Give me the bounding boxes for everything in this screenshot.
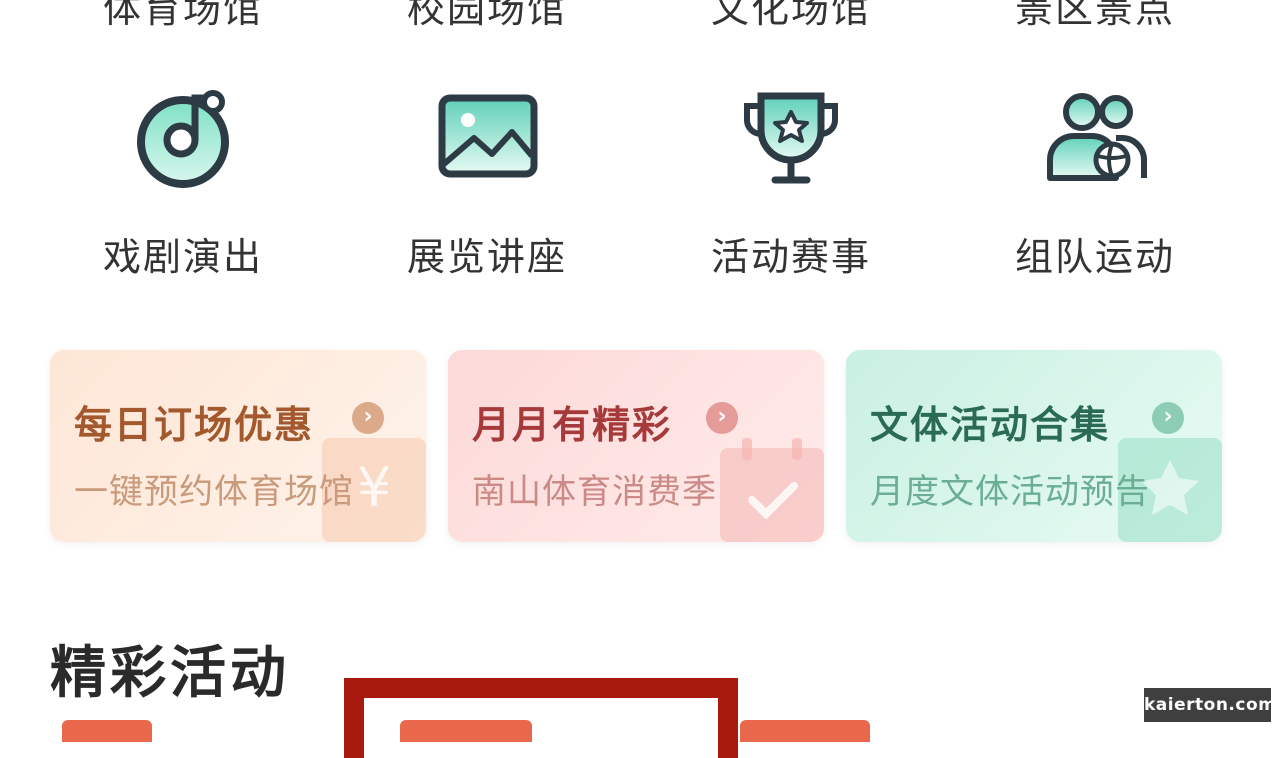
category-row-top: 体育场馆 校园场馆 文化场馆 景区景点 (0, 0, 1280, 38)
promo-title: 月月有精彩 (472, 403, 673, 447)
promo-subtitle: 一键预约体育场馆 (74, 472, 354, 512)
highlight-annotation-box (344, 678, 738, 758)
music-disc-icon[interactable] (123, 82, 243, 192)
svg-text:¥: ¥ (357, 456, 391, 519)
chevron-right-icon: › (352, 402, 384, 434)
promo-subtitle: 月度文体活动预告 (870, 472, 1150, 512)
calendar-check-icon (720, 438, 824, 542)
category-label-drama[interactable]: 戏剧演出 (63, 226, 303, 281)
promo-card-daily-booking[interactable]: ¥ 每日订场优惠 › 一键预约体育场馆 (50, 350, 426, 542)
category-label-exhibition[interactable]: 展览讲座 (367, 226, 607, 281)
promo-title: 每日订场优惠 (74, 403, 315, 447)
chevron-right-icon: › (706, 402, 738, 434)
category-sports-venue[interactable]: 体育场馆 (63, 0, 303, 33)
category-campus-venue[interactable]: 校园场馆 (367, 0, 607, 33)
section-title-featured-activities: 精彩活动 (50, 641, 290, 706)
promo-subtitle: 南山体育消费季 (472, 472, 717, 512)
promo-title: 文体活动合集 (870, 403, 1111, 447)
team-people-icon[interactable] (1036, 82, 1156, 192)
activity-tag (62, 720, 152, 742)
watermark: kaierton.com (1144, 688, 1276, 722)
promo-card-culture-sports-collection[interactable]: 文体活动合集 › 月度文体活动预告 (846, 350, 1222, 542)
trophy-icon[interactable] (731, 82, 851, 192)
activity-tag (740, 720, 870, 742)
chevron-right-icon: › (1152, 402, 1184, 434)
category-scenic-spot[interactable]: 景区景点 (975, 0, 1215, 33)
category-label-team-sports[interactable]: 组队运动 (975, 226, 1215, 281)
promo-card-monthly-highlights[interactable]: 月月有精彩 › 南山体育消费季 (448, 350, 824, 542)
landscape-picture-icon[interactable] (428, 82, 548, 192)
category-label-events[interactable]: 活动赛事 (671, 226, 911, 281)
category-culture-venue[interactable]: 文化场馆 (671, 0, 911, 33)
